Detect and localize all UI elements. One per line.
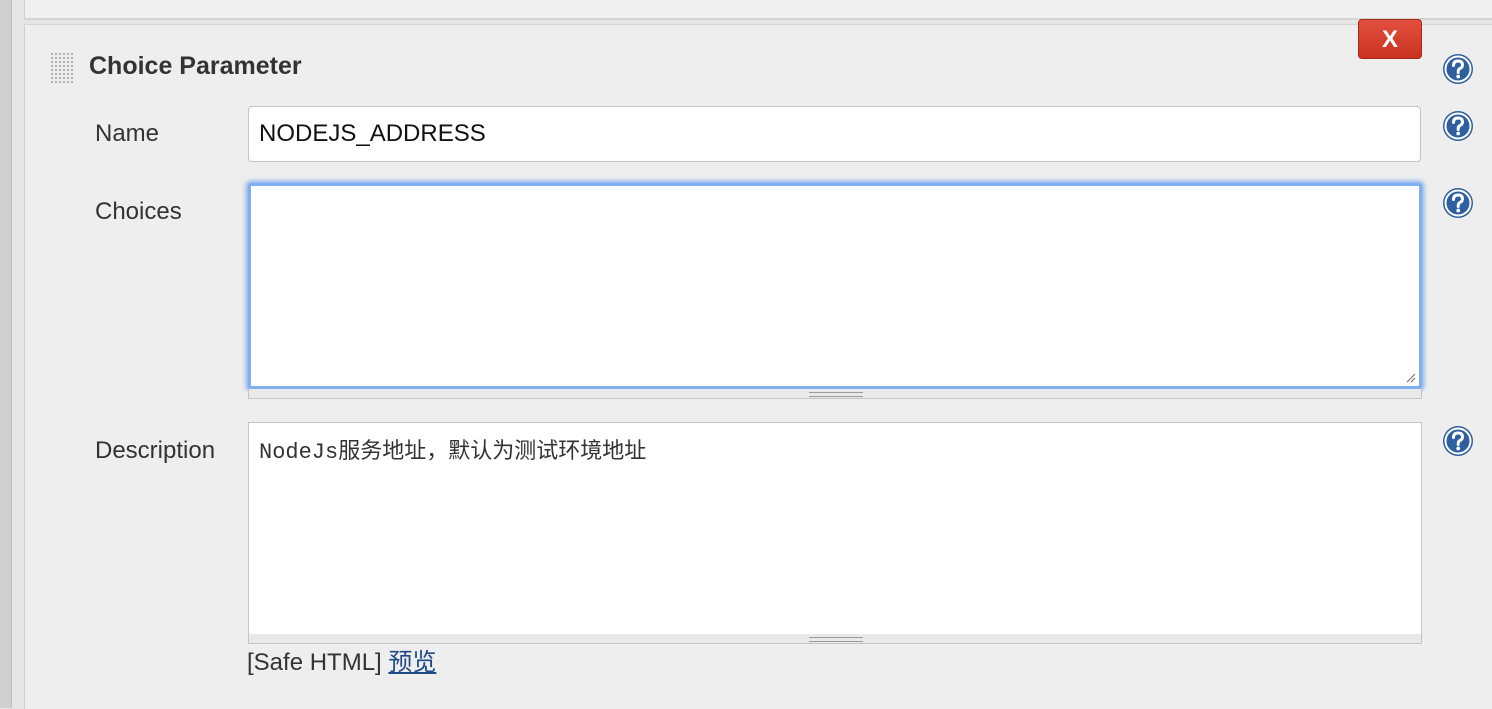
previous-section-edge	[24, 0, 1492, 20]
description-label: Description	[95, 437, 216, 464]
help-icon[interactable]	[1442, 53, 1474, 85]
help-icon[interactable]	[1442, 187, 1474, 219]
section-title: Choice Parameter	[89, 52, 302, 80]
choices-label: Choices	[95, 198, 182, 225]
help-icon[interactable]	[1442, 425, 1474, 457]
help-icon[interactable]	[1442, 110, 1474, 142]
preview-link[interactable]: 预览	[388, 649, 436, 676]
name-input[interactable]	[248, 106, 1421, 162]
resize-corner-icon[interactable]	[1404, 371, 1416, 383]
choices-resize-grip[interactable]	[248, 389, 1422, 399]
drag-handle-icon[interactable]	[50, 52, 74, 84]
safe-html-note: [Safe HTML] 预览	[247, 648, 436, 678]
description-textarea[interactable]: NodeJs服务地址，默认为测试环境地址	[248, 422, 1422, 634]
safe-html-label: [Safe HTML]	[247, 649, 382, 676]
choices-field	[248, 183, 1422, 399]
delete-parameter-button[interactable]: X	[1358, 19, 1422, 59]
description-resize-grip[interactable]	[248, 634, 1422, 644]
description-field: NodeJs服务地址，默认为测试环境地址	[248, 422, 1422, 644]
choices-textarea[interactable]	[248, 183, 1422, 389]
name-label: Name	[95, 120, 160, 147]
left-rail	[0, 0, 12, 708]
